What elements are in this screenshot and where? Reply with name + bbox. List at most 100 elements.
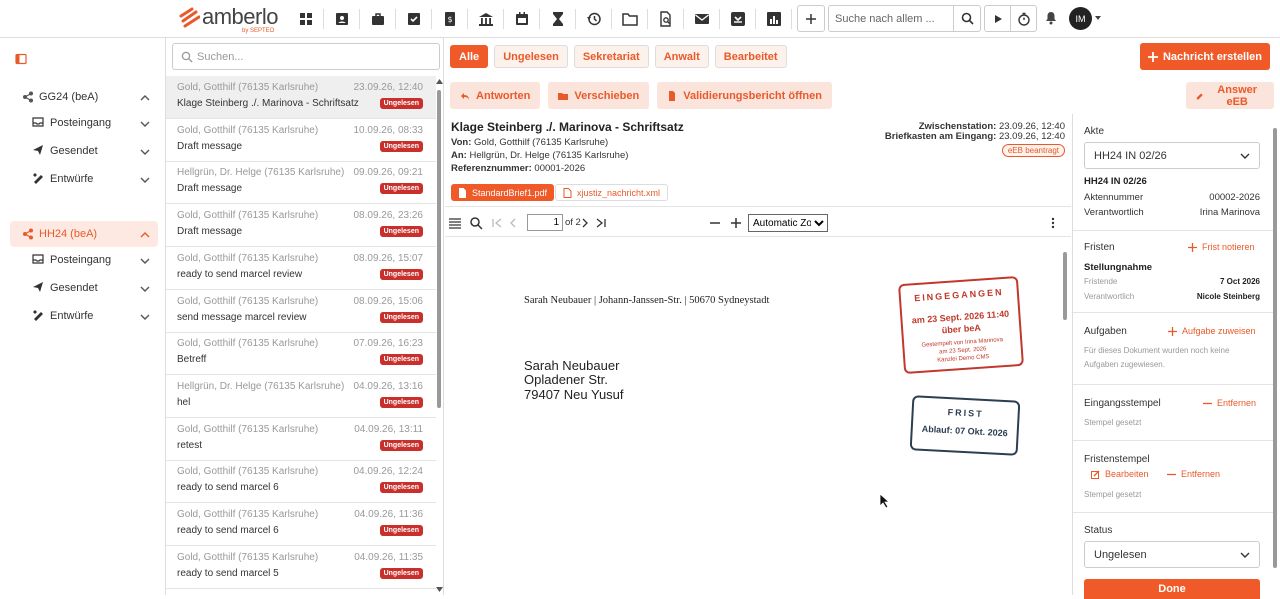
page-number-input[interactable] [527, 214, 563, 231]
message-list-item[interactable]: Hellgrün, Dr. Helge (76135 Karlsruhe) 09.… [166, 161, 436, 205]
nav-contacts-button[interactable] [324, 9, 360, 29]
nav-document-search-button[interactable] [648, 9, 684, 29]
global-search-input[interactable] [828, 5, 954, 32]
nav-bea-inbox-button[interactable] [720, 9, 756, 29]
mailbox-group-1[interactable]: GG24 (beA) [10, 84, 158, 110]
nav-tasks-button[interactable] [396, 9, 432, 29]
answer-eeb-button[interactable]: Answer eEB [1186, 82, 1274, 109]
message-list-item[interactable]: Hellgrün, Dr. Helge (76135 Karlsruhe) 04.… [166, 375, 436, 418]
nav-history-button[interactable] [576, 9, 612, 29]
sidebar-item-entwrfe[interactable]: Entwürfe [32, 169, 158, 189]
nav-dashboard-button[interactable] [288, 9, 324, 29]
status-select[interactable]: Ungelesen [1084, 541, 1260, 568]
message-list-item[interactable]: Gold, Gotthilf (76135 Karlsruhe) 04.09.26… [166, 546, 436, 589]
message-list-item[interactable]: Gold, Gotthilf (76135 Karlsruhe) 08.09.26… [166, 247, 436, 290]
details-scrollbar[interactable] [1272, 116, 1278, 595]
aktennummer-row: Aktennummer 00002-2026 [1084, 192, 1260, 203]
new-message-button[interactable]: Nachricht erstellen [1140, 43, 1270, 70]
filter-sekretariat[interactable]: Sekretariat [573, 45, 649, 68]
nav-folder-button[interactable] [612, 9, 648, 29]
zoom-in-icon[interactable] [729, 216, 743, 230]
attachment-xml-label: xjustiz_nachricht.xml [577, 187, 661, 198]
user-avatar[interactable]: IM [1069, 7, 1092, 30]
scroll-up-icon[interactable] [436, 78, 443, 84]
filter-alle[interactable]: Alle [450, 45, 489, 68]
sidebar-item-posteingang[interactable]: Posteingang [32, 113, 158, 133]
add-frist-link[interactable]: Frist notieren [1188, 242, 1255, 252]
next-page-icon[interactable] [578, 216, 592, 230]
message-list-item[interactable]: Gold, Gotthilf (76135 Karlsruhe) 07.09.26… [166, 332, 436, 376]
amberlo-logo[interactable]: amberlo by SEPTEO [178, 4, 278, 34]
drafts-icon [33, 310, 43, 321]
filter-ungelesen[interactable]: Ungelesen [494, 45, 568, 68]
pdf-scrollbar[interactable] [1062, 240, 1068, 595]
sidebar-item-entwrfe[interactable]: Entwürfe [32, 306, 158, 326]
message-from: Gold, Gotthilf (76135 Karlsruhe) [177, 423, 319, 435]
remove-eingangsstempel-link[interactable]: Entfernen [1203, 398, 1256, 408]
scroll-down-icon[interactable] [436, 587, 443, 593]
search-icon[interactable] [469, 216, 483, 230]
deadline-stamp[interactable]: FRIST Ablauf: 07 Okt. 2026 [909, 395, 1021, 456]
zoom-select[interactable]: Automatic Zoom [748, 214, 828, 232]
svg-text:$: $ [447, 15, 452, 24]
assign-task-link[interactable]: Aufgabe zuweisen [1168, 326, 1256, 336]
first-page-icon[interactable] [490, 216, 504, 230]
message-list-item[interactable]: Gold, Gotthilf (76135 Karlsruhe) 23.09.26… [166, 76, 436, 119]
quick-add-button[interactable] [797, 5, 825, 32]
nav-billing-button[interactable]: $ [432, 9, 468, 29]
message-list-scrollbar[interactable] [436, 78, 443, 593]
nav-court-button[interactable] [468, 9, 504, 29]
sidebar-item-gesendet[interactable]: Gesendet [32, 278, 158, 298]
sidebar-item-gesendet[interactable]: Gesendet [32, 141, 158, 161]
done-button[interactable]: Done [1084, 579, 1260, 599]
message-list-item[interactable]: Gold, Gotthilf (76135 Karlsruhe) 08.09.26… [166, 290, 436, 333]
attachment-xml[interactable]: xjustiz_nachricht.xml [555, 184, 669, 201]
frist-title: Stellungnahme [1084, 262, 1153, 273]
mailbox-group-2[interactable]: HH24 (beA) [10, 221, 158, 247]
reply-button[interactable]: Antworten [450, 82, 541, 109]
nav-mail-button[interactable] [684, 9, 720, 29]
sidebar-item-label: Gesendet [50, 145, 98, 157]
remove-fristenstempel-link[interactable]: Entfernen [1167, 469, 1220, 479]
sidebar-item-posteingang[interactable]: Posteingang [32, 250, 158, 270]
scrollbar-thumb[interactable] [1273, 128, 1277, 568]
filter-anwalt[interactable]: Anwalt [654, 45, 709, 68]
nav-reports-button[interactable] [756, 9, 792, 29]
message-list-item[interactable]: Gold, Gotthilf (76135 Karlsruhe) 04.09.26… [166, 418, 436, 461]
sidebar-collapse-icon[interactable] [15, 53, 27, 65]
caret-down-icon[interactable] [1094, 14, 1102, 22]
hourglass-icon [552, 12, 563, 26]
nav-calendar-button[interactable] [504, 9, 540, 29]
bell-icon[interactable] [1043, 10, 1059, 26]
validation-report-button[interactable]: Validierungsbericht öffnen [657, 82, 832, 109]
message-list-item[interactable]: Gold, Gotthilf (76135 Karlsruhe) 04.09.26… [166, 460, 436, 504]
search-icon [961, 12, 974, 25]
move-button[interactable]: Verschieben [548, 82, 650, 109]
previous-page-icon[interactable] [506, 216, 520, 230]
received-stamp[interactable]: EINGEGANGEN am 23 Sept. 2026 11:40 über b… [898, 275, 1024, 375]
akte-select[interactable]: HH24 IN 02/26 [1084, 142, 1260, 169]
scrollbar-thumb[interactable] [437, 90, 441, 408]
edit-fristenstempel-link[interactable]: Bearbeiten [1091, 469, 1149, 479]
sidebar-toggle-icon[interactable] [448, 216, 462, 230]
nav-hourglass-button[interactable] [540, 9, 576, 29]
filter-bearbeitet[interactable]: Bearbeitet [714, 45, 787, 68]
calendar-icon [515, 12, 528, 25]
message-from: Von: Gold, Gotthilf (76135 Karlsruhe) [451, 137, 608, 148]
message-list-item[interactable]: Gold, Gotthilf (76135 Karlsruhe) 08.09.26… [166, 204, 436, 248]
zoom-out-icon[interactable] [708, 216, 722, 230]
message-list-item[interactable]: Gold, Gotthilf (76135 Karlsruhe) 10.09.26… [166, 119, 436, 162]
nav-briefcase-button[interactable] [360, 9, 396, 29]
timer-start-button[interactable] [984, 5, 1011, 32]
message-list-item[interactable]: Gold, Gotthilf (76135 Karlsruhe) 04.09.26… [166, 503, 436, 546]
unread-badge: Ungelesen [379, 396, 423, 408]
more-options-icon[interactable] [1046, 216, 1060, 230]
list-search-input[interactable] [197, 47, 433, 67]
address-line-1: Sarah Neubauer [524, 358, 620, 373]
scrollbar-thumb[interactable] [1063, 252, 1067, 320]
global-search-button[interactable] [953, 5, 981, 32]
pdf-viewer[interactable]: Sarah Neubauer | Johann-Janssen-Str. | 5… [445, 238, 1071, 595]
stopwatch-button[interactable] [1010, 5, 1037, 32]
last-page-icon[interactable] [594, 216, 608, 230]
attachment-pdf[interactable]: StandardBrief1.pdf [451, 184, 555, 201]
